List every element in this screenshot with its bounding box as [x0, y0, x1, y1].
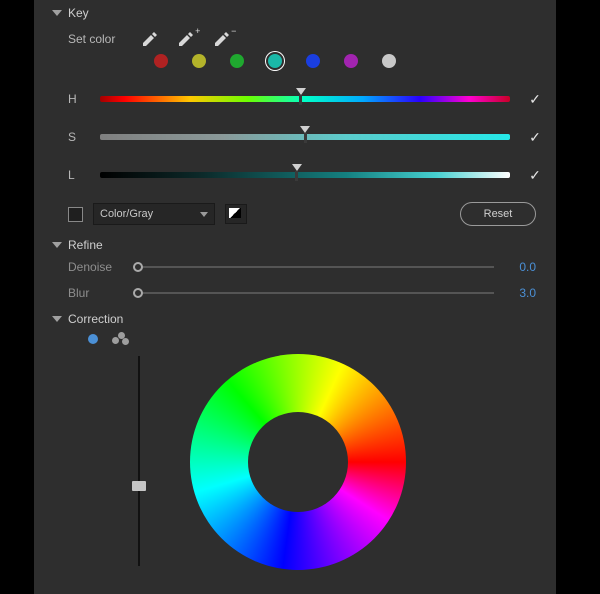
hue-checkbox[interactable]: ✓	[528, 92, 542, 106]
swatch[interactable]	[306, 54, 320, 68]
hue-thumb[interactable]	[296, 88, 306, 105]
color-wheel[interactable]	[190, 354, 406, 570]
luma-slider[interactable]	[138, 356, 140, 566]
color-gray-dropdown[interactable]: Color/Gray	[93, 203, 215, 225]
chevron-down-icon	[52, 242, 62, 248]
color-gray-label: Color/Gray	[100, 208, 153, 220]
chevron-down-icon	[52, 316, 62, 322]
light-checkbox[interactable]: ✓	[528, 168, 542, 182]
blur-value[interactable]: 3.0	[506, 286, 536, 300]
swatch[interactable]	[344, 54, 358, 68]
chevron-down-icon	[52, 10, 62, 16]
section-title: Correction	[68, 312, 123, 326]
hue-label: H	[68, 92, 82, 106]
light-slider[interactable]	[100, 172, 510, 178]
swatch[interactable]	[382, 54, 396, 68]
color-gray-checkbox[interactable]	[68, 207, 83, 222]
denoise-slider[interactable]	[138, 266, 494, 268]
denoise-value[interactable]: 0.0	[506, 260, 536, 274]
sat-checkbox[interactable]: ✓	[528, 130, 542, 144]
swatch[interactable]	[154, 54, 168, 68]
swatch[interactable]	[192, 54, 206, 68]
denoise-label: Denoise	[68, 260, 126, 274]
eyedropper-add-icon[interactable]: +	[177, 30, 195, 48]
reset-button[interactable]: Reset	[460, 202, 536, 226]
blur-label: Blur	[68, 286, 126, 300]
sat-label: S	[68, 130, 82, 144]
section-title: Refine	[68, 238, 103, 252]
chevron-down-icon	[200, 212, 208, 217]
blur-thumb[interactable]	[133, 288, 143, 298]
invert-icon[interactable]	[225, 204, 247, 224]
reset-button-label: Reset	[484, 208, 513, 220]
hue-slider[interactable]	[100, 96, 510, 102]
set-color-label: Set color	[68, 32, 115, 46]
mode-single-icon[interactable]	[88, 334, 98, 344]
swatch-row	[34, 50, 556, 80]
luma-thumb[interactable]	[132, 481, 146, 491]
eyedropper-subtract-icon[interactable]: −	[213, 30, 231, 48]
light-thumb[interactable]	[292, 164, 302, 181]
section-key-header[interactable]: Key	[34, 0, 556, 22]
sat-slider[interactable]	[100, 134, 510, 140]
section-refine-header[interactable]: Refine	[34, 232, 556, 254]
eyedropper-icon[interactable]	[141, 30, 159, 48]
swatch[interactable]	[230, 54, 244, 68]
blur-slider[interactable]	[138, 292, 494, 294]
light-label: L	[68, 168, 82, 182]
denoise-thumb[interactable]	[133, 262, 143, 272]
swatch[interactable]	[268, 54, 282, 68]
mode-three-way-icon[interactable]	[112, 332, 130, 346]
section-title: Key	[68, 6, 89, 20]
section-correction-header[interactable]: Correction	[34, 306, 556, 328]
sat-thumb[interactable]	[300, 126, 310, 143]
